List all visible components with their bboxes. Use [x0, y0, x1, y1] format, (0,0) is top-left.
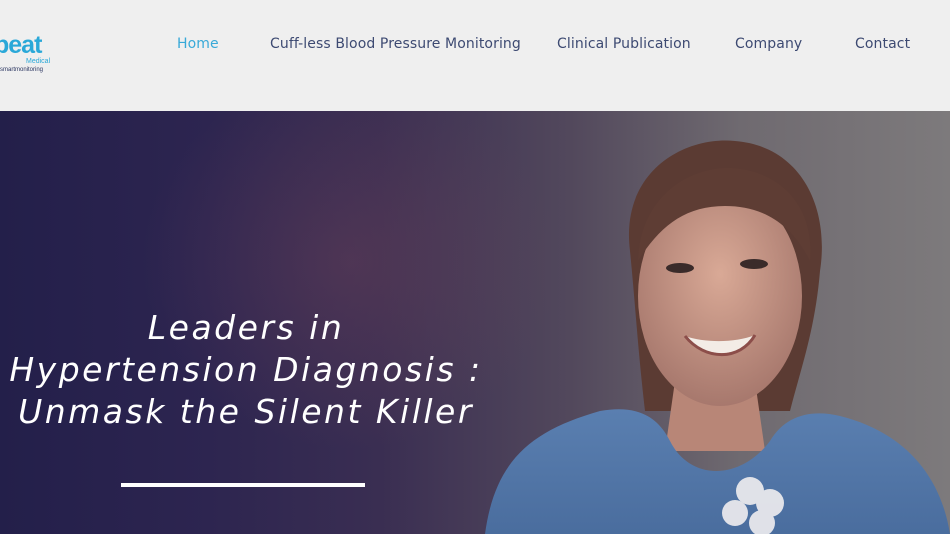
nav-link-clinical-publication[interactable]: Clinical Publication — [557, 36, 691, 52]
hero-headline-line-3: Unmask the Silent Killer — [18, 392, 474, 431]
site-header: beat Medical smartmonitoring Home Cuff-l… — [0, 0, 950, 112]
nav-link-home[interactable]: Home — [177, 36, 219, 52]
hero-portrait-image — [485, 140, 950, 534]
nav-link-company[interactable]: Company — [735, 36, 802, 52]
nav-link-cuffless-bp[interactable]: Cuff-less Blood Pressure Monitoring — [270, 36, 521, 52]
nav-link-contact[interactable]: Contact — [855, 36, 910, 52]
logo-subtext-tagline: smartmonitoring — [0, 67, 44, 73]
hero-section: Leaders in Hypertension Diagnosis : Unma… — [0, 111, 950, 534]
hero-headline-line-1: Leaders in — [147, 308, 345, 347]
logo-subtext-medical: Medical — [26, 58, 51, 65]
hero-headline-line-2: Hypertension Diagnosis : — [9, 350, 483, 389]
hero-divider — [121, 483, 365, 487]
logo-wordmark: beat — [0, 31, 42, 59]
hero-headline: Leaders in Hypertension Diagnosis : Unma… — [0, 307, 506, 433]
brand-logo[interactable]: beat Medical smartmonitoring — [0, 30, 60, 78]
